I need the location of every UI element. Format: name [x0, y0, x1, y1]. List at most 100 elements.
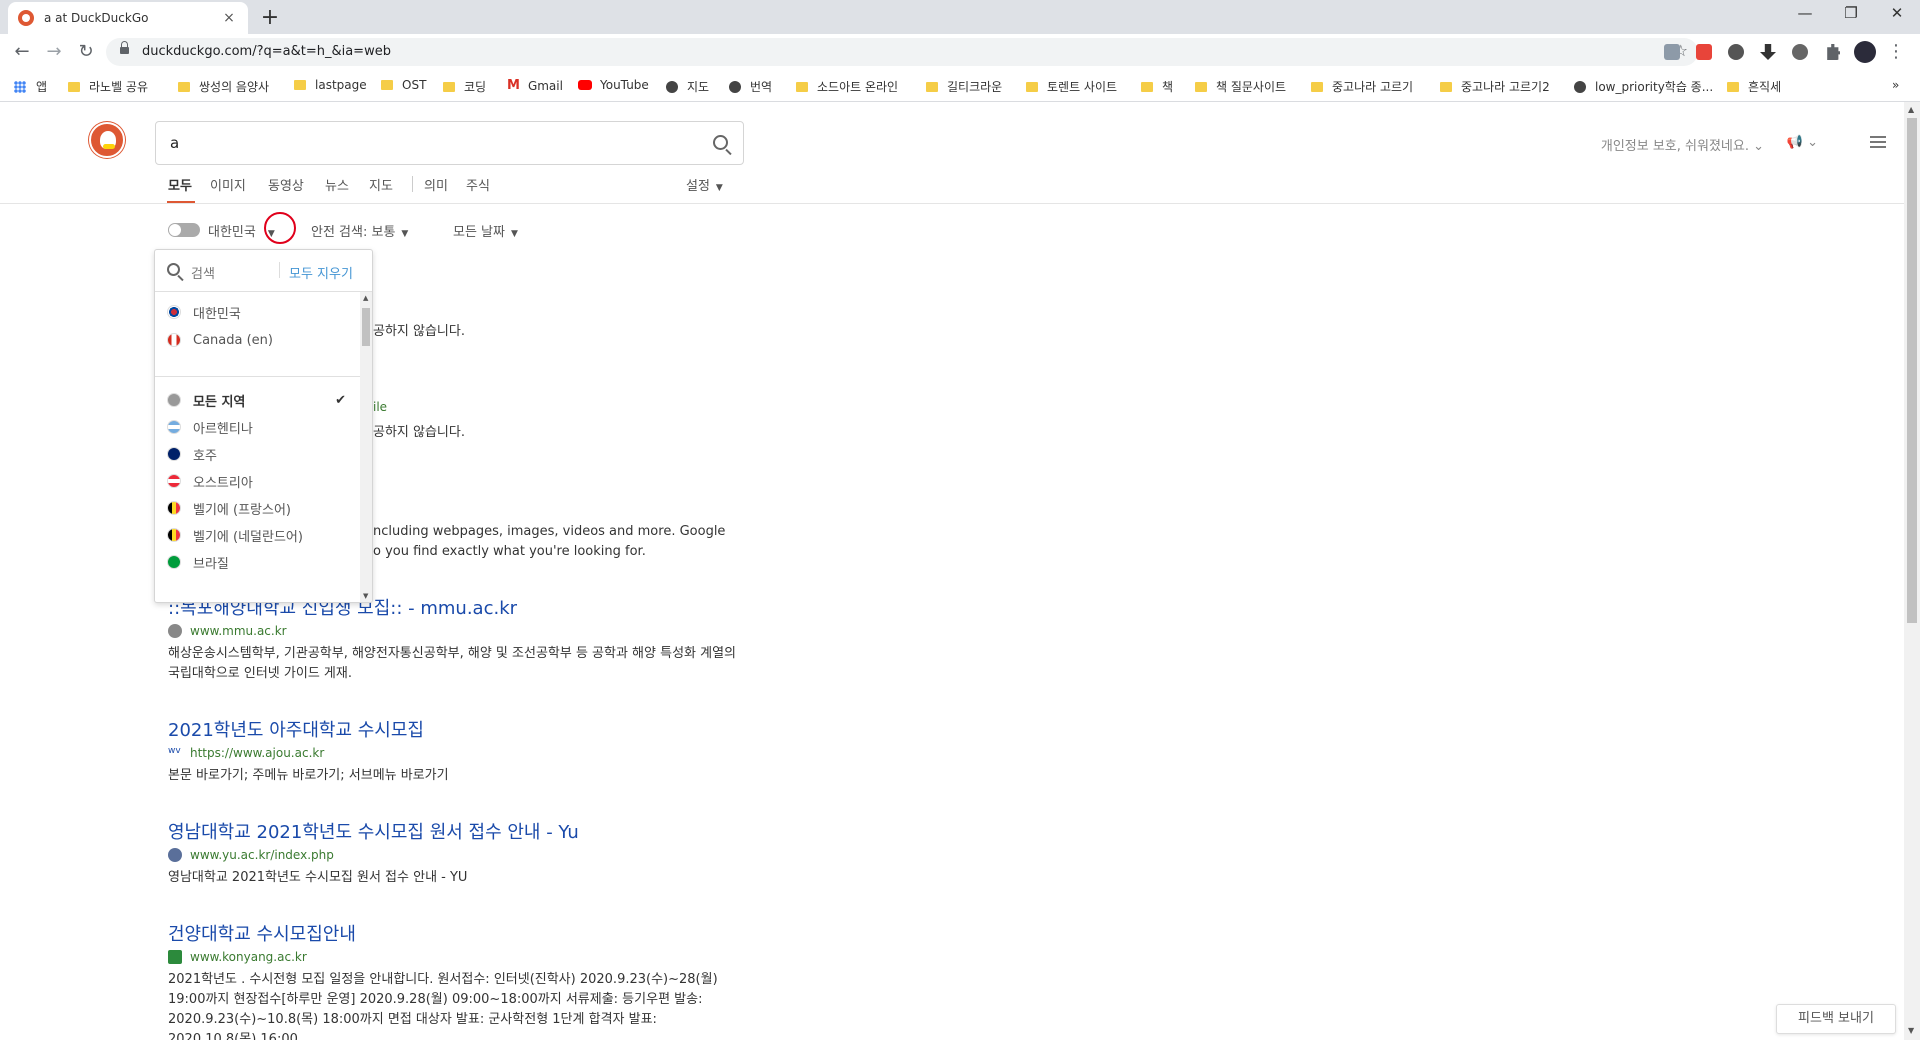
extension-grey-icon[interactable] [1792, 44, 1808, 60]
region-item-canada[interactable]: Canada (en) [155, 326, 360, 354]
result-title-link[interactable]: 건양대학교 수시모집안내 [168, 920, 356, 946]
reload-button[interactable]: ↻ [74, 40, 98, 64]
bookmark-item[interactable]: 흔직세 [1727, 78, 1781, 95]
bookmark-item[interactable]: 번역 [729, 78, 772, 95]
safe-search-filter[interactable]: 안전 검색: 보통 ▼ [311, 221, 408, 240]
region-item-all-regions[interactable]: 모든 지역 ✔ [155, 386, 360, 414]
result-url[interactable]: https://www.ajou.ac.kr [190, 746, 324, 760]
scroll-thumb[interactable] [1907, 118, 1917, 623]
address-url[interactable]: duckduckgo.com/?q=a&t=h_&ia=web [142, 44, 391, 59]
clear-all-button[interactable]: 모두 지우기 [289, 263, 353, 282]
extension-download-circle-icon[interactable] [1728, 44, 1744, 60]
new-tab-button[interactable]: + [258, 5, 282, 30]
settings-menu[interactable]: 설정 ▼ [686, 175, 723, 194]
tab-videos[interactable]: 동영상 [268, 175, 304, 194]
region-search-input[interactable]: 검색 [191, 263, 215, 282]
bookmark-label: Gmail [527, 78, 563, 93]
result-url[interactable]: www.konyang.ac.kr [190, 950, 307, 964]
tab-meaning[interactable]: 의미 [424, 175, 448, 194]
result-title-link[interactable]: 영남대학교 2021학년도 수시모집 원서 접수 안내 - Yu [168, 818, 579, 844]
tab-close-icon[interactable]: × [220, 10, 238, 26]
date-filter[interactable]: 모든 날짜 ▼ [453, 221, 518, 240]
chrome-menu-icon[interactable]: ⋮ [1884, 40, 1908, 64]
bookmark-item[interactable]: low_priority학습 종... [1574, 78, 1713, 95]
page-scrollbar[interactable]: ▲ ▼ [1904, 102, 1920, 1040]
bookmark-item[interactable]: lastpage [294, 78, 367, 92]
duckduckgo-logo-icon[interactable] [89, 122, 125, 158]
bookmark-apps[interactable]: 앱 [14, 78, 47, 95]
feedback-button[interactable]: 피드백 보내기 [1776, 1004, 1896, 1034]
bookmark-gmail[interactable]: M Gmail [507, 78, 563, 93]
bookmark-item[interactable]: 책 질문사이트 [1195, 78, 1286, 95]
back-button[interactable]: ← [10, 40, 34, 64]
browser-tab[interactable]: a at DuckDuckGo × [8, 2, 248, 34]
region-toggle[interactable] [168, 223, 200, 237]
search-input[interactable]: a [170, 134, 179, 152]
tab-news[interactable]: 뉴스 [325, 175, 349, 194]
extensions-puzzle-icon[interactable] [1827, 44, 1840, 60]
folder-icon [796, 81, 808, 92]
checkmark-icon: ✔ [335, 392, 346, 408]
region-item-argentina[interactable]: 아르헨티나 [155, 413, 360, 441]
result-url[interactable]: www.mmu.ac.kr [190, 624, 287, 638]
extension-image-icon[interactable] [1664, 44, 1680, 60]
tab-maps[interactable]: 지도 [369, 175, 393, 194]
caret-down-icon: ▼ [510, 229, 518, 239]
result-url[interactable]: www.yu.ac.kr/index.php [190, 848, 334, 862]
minimize-button[interactable]: — [1782, 4, 1828, 22]
region-label: 대한민국 [193, 306, 241, 322]
bookmark-label: 쌍성의 음양사 [199, 80, 270, 94]
profile-avatar[interactable] [1854, 41, 1876, 63]
bookmark-item[interactable]: 토렌트 사이트 [1026, 78, 1117, 95]
bookmark-item[interactable]: 길티크라운 [926, 78, 1002, 95]
region-item-belgium-nl[interactable]: 벨기에 (네덜란드어) [155, 521, 360, 549]
search-icon[interactable] [713, 135, 728, 150]
bookmark-label: 길티크라운 [947, 80, 1003, 94]
bookmarks-overflow-button[interactable]: » [1892, 78, 1899, 92]
forward-button[interactable]: → [42, 40, 66, 64]
bookmark-item[interactable]: 책 [1141, 78, 1173, 95]
scroll-thumb[interactable] [362, 308, 370, 346]
search-box[interactable]: a [155, 121, 744, 165]
restore-button[interactable]: ❐ [1828, 4, 1874, 22]
bookmark-item[interactable]: 코딩 [443, 78, 486, 95]
result-snippet: 2021학년도 . 수시전형 모집 일정을 안내합니다. 원서접수: 인터넷(진… [168, 972, 718, 1040]
close-window-button[interactable]: ✕ [1874, 4, 1920, 22]
bookmark-item[interactable]: 지도 [666, 78, 709, 95]
dropdown-scrollbar[interactable]: ▲ ▼ [360, 292, 372, 602]
result-title-link[interactable]: 2021학년도 아주대학교 수시모집 [168, 716, 424, 742]
scroll-down-icon[interactable]: ▼ [1908, 1026, 1914, 1035]
address-bar[interactable]: duckduckgo.com/?q=a&t=h_&ia=web ☆ [106, 38, 1698, 66]
bookmark-item[interactable]: 쌍성의 음양사 [178, 78, 269, 95]
privacy-menu[interactable]: 개인정보 보호, 쉬워졌네요. [1601, 135, 1764, 154]
region-search: 검색 모두 지우기 [155, 250, 372, 292]
scroll-up-icon[interactable]: ▲ [1908, 105, 1914, 114]
bookmark-label: OST [402, 78, 427, 92]
hamburger-menu-icon[interactable] [1870, 136, 1886, 148]
region-item-brazil[interactable]: 브라질 [155, 548, 360, 576]
bookmark-item[interactable]: OST [381, 78, 426, 92]
download-arrow-icon[interactable] [1760, 44, 1776, 60]
bookmark-item[interactable]: 라노벨 공유 [68, 78, 148, 95]
extension-red-icon[interactable] [1696, 44, 1712, 60]
bookmark-item[interactable]: 소드아트 온라인 [796, 78, 898, 95]
result-favicon-icon: wv [168, 746, 181, 756]
scroll-up-icon[interactable]: ▲ [363, 294, 368, 302]
scroll-down-icon[interactable]: ▼ [363, 592, 368, 600]
region-item-belgium-fr[interactable]: 벨기에 (프랑스어) [155, 494, 360, 522]
bookmark-youtube[interactable]: YouTube [578, 78, 649, 92]
megaphone-icon[interactable]: 📢 ⌄ [1787, 135, 1818, 150]
belgium-flag-icon [167, 528, 181, 542]
region-item-australia[interactable]: 호주 [155, 440, 360, 468]
bookmark-label: lastpage [315, 78, 367, 92]
tab-stocks[interactable]: 주식 [466, 175, 490, 194]
caret-down-icon: ▼ [715, 183, 723, 193]
tab-images[interactable]: 이미지 [210, 175, 246, 194]
bookmark-item[interactable]: 중고나라 고르기2 [1440, 78, 1550, 95]
region-item-south-korea[interactable]: 대한민국 [155, 298, 360, 326]
tab-all[interactable]: 모두 [168, 175, 192, 194]
region-item-austria[interactable]: 오스트리아 [155, 467, 360, 495]
bookmark-item[interactable]: 중고나라 고르기 [1311, 78, 1413, 95]
divider [279, 262, 280, 278]
annotation-circle [264, 212, 296, 244]
